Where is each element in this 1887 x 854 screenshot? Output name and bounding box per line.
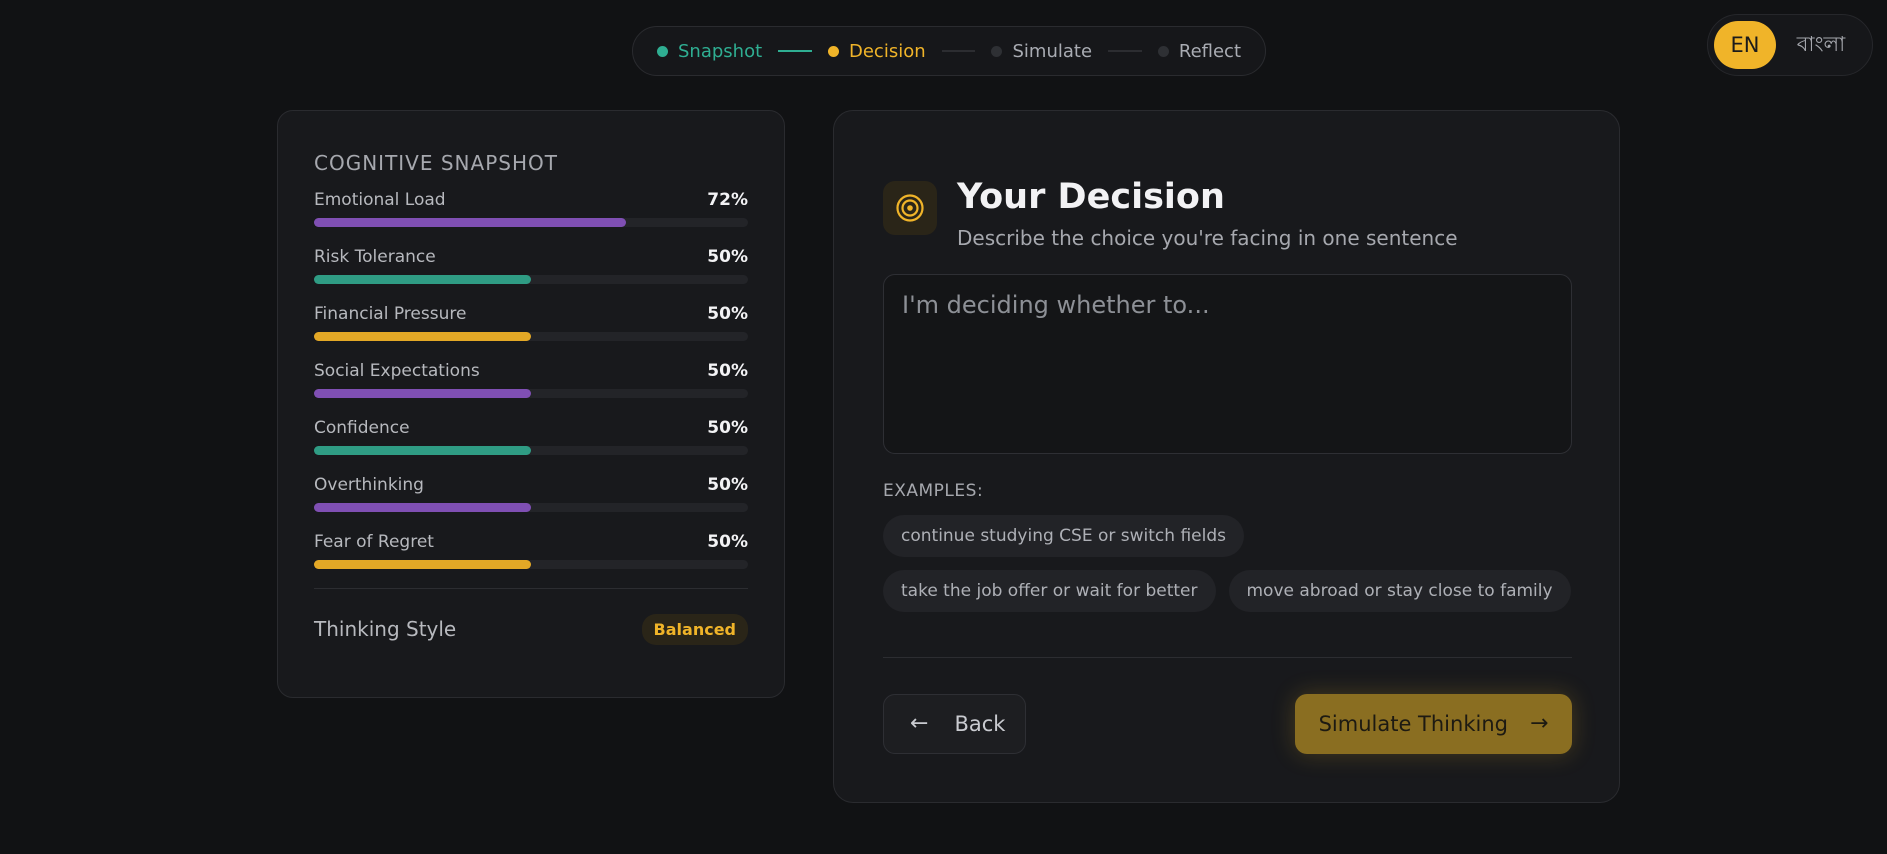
example-chip[interactable]: move abroad or stay close to family <box>1228 570 1571 612</box>
metric-bar-track <box>314 332 748 341</box>
metric-bar-fill <box>314 389 531 398</box>
metric-header: Fear of Regret 50% <box>314 531 748 553</box>
cognitive-snapshot-card: COGNITIVE SNAPSHOT Emotional Load 72% Risk… <box>277 110 785 698</box>
decision-divider <box>883 657 1572 658</box>
simulate-thinking-button[interactable]: Simulate Thinking → <box>1295 694 1572 754</box>
target-icon <box>883 181 937 235</box>
metric-bar-fill <box>314 218 627 227</box>
step-reflect-dot <box>1157 45 1169 57</box>
step-decision[interactable]: Decision <box>828 41 926 62</box>
language-en-button[interactable]: EN <box>1714 21 1776 69</box>
decision-title: Your Decision <box>957 177 1225 217</box>
metric-label: Confidence <box>314 418 410 438</box>
metric-header: Financial Pressure 50% <box>314 303 748 325</box>
step-simulate-dot <box>991 45 1003 57</box>
metric-value: 50% <box>707 361 748 381</box>
step-simulate[interactable]: Simulate <box>991 41 1092 62</box>
metric-header: Emotional Load 72% <box>314 189 748 211</box>
example-chip[interactable]: continue studying CSE or switch fields <box>883 515 1244 557</box>
decision-input[interactable] <box>883 274 1572 454</box>
step-snapshot[interactable]: Snapshot <box>657 41 762 62</box>
metric-header: Social Expectations 50% <box>314 360 748 382</box>
metric-label: Fear of Regret <box>314 532 434 552</box>
metric-value: 50% <box>707 475 748 495</box>
metric-label: Social Expectations <box>314 361 480 381</box>
back-button-label: Back <box>954 712 1006 736</box>
metric-value: 72% <box>707 190 748 210</box>
language-toggle: EN বাংলা <box>1707 14 1873 76</box>
metrics-list: Emotional Load 72% Risk Tolerance 50% Financ… <box>314 189 748 569</box>
thinking-style-row: Thinking Style Balanced <box>314 589 748 669</box>
snapshot-title: COGNITIVE SNAPSHOT <box>314 151 558 175</box>
step-decision-label: Decision <box>849 40 926 62</box>
step-connector <box>941 50 976 52</box>
metric-bar-track <box>314 560 748 569</box>
arrow-right-icon: → <box>1529 711 1549 736</box>
thinking-style-badge: Balanced <box>641 613 748 645</box>
metric-bar-track <box>314 275 748 284</box>
back-button[interactable]: ← Back <box>883 694 1026 754</box>
metric-row: Emotional Load 72% <box>314 189 748 227</box>
progress-stepper: Snapshot Decision Simulate Reflect <box>632 26 1266 76</box>
step-connector <box>1108 50 1142 52</box>
metric-row: Fear of Regret 50% <box>314 531 748 569</box>
metric-row: Social Expectations 50% <box>314 360 748 398</box>
metric-bar-track <box>314 446 748 455</box>
step-connector <box>778 50 812 52</box>
metric-label: Emotional Load <box>314 190 446 210</box>
metric-bar-track <box>314 503 748 512</box>
step-snapshot-dot <box>657 45 668 57</box>
metric-label: Overthinking <box>314 475 424 495</box>
metric-bar-fill <box>314 560 531 569</box>
metric-row: Confidence 50% <box>314 417 748 455</box>
metric-row: Overthinking 50% <box>314 474 748 512</box>
metric-row: Risk Tolerance 50% <box>314 246 748 284</box>
arrow-left-icon: ← <box>910 711 929 736</box>
step-simulate-label: Simulate <box>1012 40 1093 62</box>
step-reflect-label: Reflect <box>1178 40 1242 62</box>
metric-bar-fill <box>314 503 531 512</box>
examples-label: EXAMPLES: <box>883 481 984 501</box>
metric-bar-fill <box>314 275 531 284</box>
step-reflect[interactable]: Reflect <box>1157 40 1242 62</box>
metric-bar-fill <box>314 332 531 341</box>
metric-value: 50% <box>707 532 748 552</box>
decision-card: Your Decision Describe the choice you're… <box>833 110 1620 803</box>
metric-label: Risk Tolerance <box>314 247 436 267</box>
metric-header: Risk Tolerance 50% <box>314 246 748 268</box>
metric-bar-track <box>314 389 748 398</box>
metric-value: 50% <box>707 418 748 438</box>
metric-bar-track <box>314 218 748 227</box>
decision-header: Your Decision Describe the choice you're… <box>883 170 1458 250</box>
simulate-button-label: Simulate Thinking <box>1318 712 1508 736</box>
examples-list: continue studying CSE or switch fields t… <box>883 515 1572 612</box>
step-decision-dot <box>828 45 839 57</box>
thinking-style-label: Thinking Style <box>314 617 457 641</box>
metric-header: Overthinking 50% <box>314 474 748 496</box>
metric-header: Confidence 50% <box>314 417 748 439</box>
metric-value: 50% <box>707 304 748 324</box>
metric-row: Financial Pressure 50% <box>314 303 748 341</box>
example-chip[interactable]: take the job offer or wait for better <box>883 570 1216 612</box>
metric-label: Financial Pressure <box>314 304 467 324</box>
metric-value: 50% <box>707 247 748 267</box>
step-snapshot-label: Snapshot <box>678 40 763 62</box>
language-bn-button[interactable]: বাংলা <box>1776 28 1866 63</box>
metric-bar-fill <box>314 446 531 455</box>
decision-subtitle: Describe the choice you're facing in one… <box>957 226 1458 250</box>
